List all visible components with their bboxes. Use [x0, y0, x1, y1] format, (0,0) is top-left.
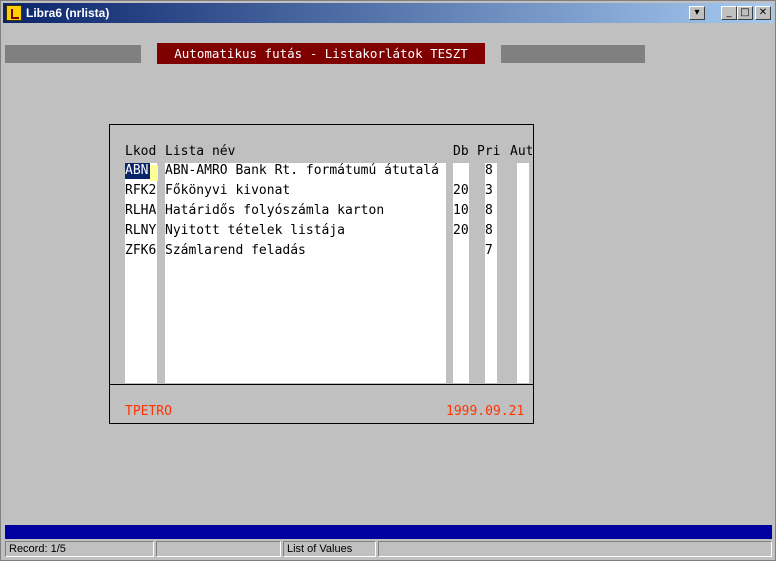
row-pri[interactable]: 7 — [485, 241, 497, 261]
row-lkod[interactable]: RLNY — [125, 221, 157, 241]
row-db[interactable]: 10 — [453, 201, 469, 221]
column-aut[interactable] — [517, 163, 529, 383]
row-lista-nev[interactable]: Határidős folyószámla karton — [165, 201, 446, 221]
header-db: Db — [453, 144, 469, 159]
maximize-button[interactable]: □ — [737, 6, 753, 20]
header-lista-nev: Lista név — [165, 144, 236, 159]
status-mode: List of Values — [283, 541, 376, 557]
header-pri: Pri — [477, 144, 501, 159]
header-aut: Aut — [510, 144, 532, 159]
status-field-4 — [378, 541, 772, 557]
app-window: Libra6 (nrlista) ▾ _ □ ✕ Automatikus fut… — [0, 0, 776, 561]
row-db[interactable]: 20 — [453, 181, 469, 201]
minimize-button[interactable]: _ — [721, 6, 737, 20]
header-lkod: Lkod — [125, 144, 157, 159]
row-pri[interactable]: 8 — [485, 161, 497, 181]
row-lkod[interactable]: RFK2 — [125, 181, 157, 201]
row-lista-nev[interactable]: Főkönyvi kivonat — [165, 181, 446, 201]
window-title: Libra6 (nrlista) — [26, 6, 110, 20]
row-db[interactable] — [453, 161, 469, 181]
dropdown-icon[interactable]: ▾ — [689, 6, 705, 20]
list-of-values-panel: Lkod Lista név Db Pri Aut ABN ABN-AMRO B… — [109, 124, 534, 424]
row-lkod[interactable]: RLHA — [125, 201, 157, 221]
row-pri[interactable]: 3 — [485, 181, 497, 201]
row-pri[interactable]: 8 — [485, 201, 497, 221]
panel-divider — [110, 384, 533, 385]
footer-user: TPETRO — [125, 404, 172, 419]
status-record: Record: 1/5 — [5, 541, 154, 557]
row-lkod[interactable]: ZFK6 — [125, 241, 157, 261]
close-button[interactable]: ✕ — [755, 6, 771, 20]
row-db[interactable]: 20 — [453, 221, 469, 241]
footer-date: 1999.09.21 — [446, 404, 525, 419]
title-bar[interactable]: Libra6 (nrlista) ▾ _ □ ✕ — [3, 3, 773, 23]
status-field-2 — [156, 541, 281, 557]
header-band-left — [5, 45, 141, 63]
row-lista-nev[interactable]: ABN-AMRO Bank Rt. formátumú átutalá — [165, 161, 446, 181]
header-band-right — [501, 45, 645, 63]
row-lkod[interactable]: ABN — [125, 163, 150, 179]
row-db[interactable] — [453, 241, 469, 261]
row-pri[interactable]: 8 — [485, 221, 497, 241]
row-lista-nev[interactable]: Nyitott tételek listája — [165, 221, 446, 241]
app-icon[interactable] — [6, 5, 22, 21]
row-lista-nev[interactable]: Számlarend feladás — [165, 241, 446, 261]
message-line — [5, 525, 772, 539]
form-title: Automatikus futás - Listakorlátok TESZT — [157, 43, 485, 64]
text-cursor — [150, 165, 158, 181]
